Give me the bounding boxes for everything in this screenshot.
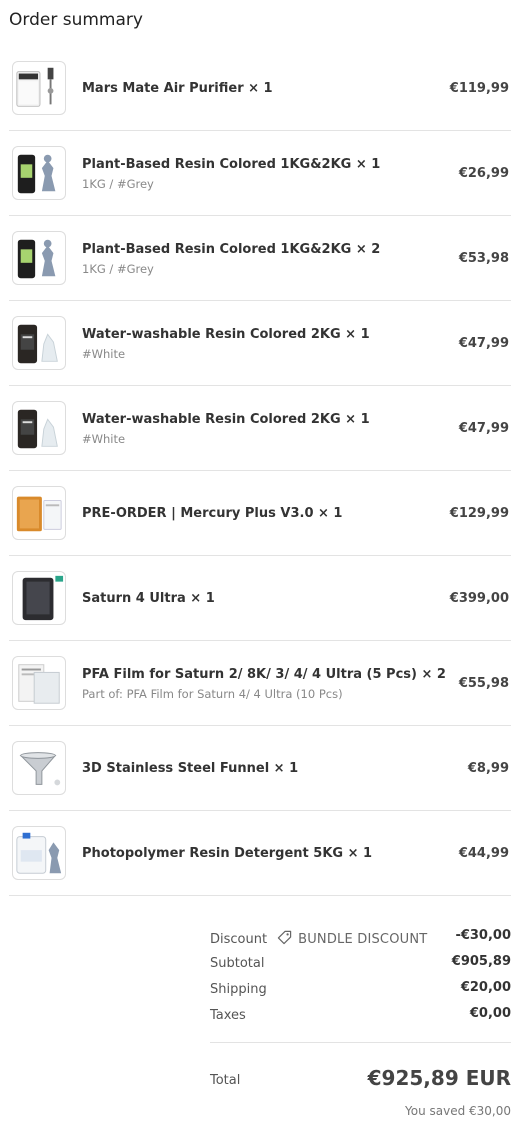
line-item: Mars Mate Air Purifier × 1 €119,99	[9, 46, 511, 131]
resin-bottle-thumbnail	[12, 231, 66, 285]
resin-bottle-thumbnail	[12, 401, 66, 455]
order-summary-page: Order summary Mars Mate Air Purifier × 1…	[0, 0, 524, 1130]
line-item: Plant-Based Resin Colored 1KG&2KG × 2 1K…	[9, 216, 511, 301]
item-variant: #White	[82, 346, 126, 361]
line-item: Water-washable Resin Colored 2KG × 1 #Wh…	[9, 386, 511, 471]
item-name: Water-washable Resin Colored 2KG × 1	[82, 326, 370, 342]
discount-row: Discount BUNDLE DISCOUNT -€30,00	[210, 928, 511, 954]
item-name: Photopolymer Resin Detergent 5KG × 1	[82, 846, 373, 861]
item-name: Plant-Based Resin Colored 1KG&2KG × 1	[82, 156, 381, 172]
detergent-canister-thumbnail	[12, 826, 66, 880]
item-variant: Part of: PFA Film for Saturn 4/ 4 Ultra …	[82, 686, 343, 701]
item-price: €47,99	[458, 421, 509, 436]
line-item: Water-washable Resin Colored 2KG × 1 #Wh…	[9, 301, 511, 386]
savings-text: You saved €30,00	[404, 1104, 511, 1118]
line-items-list: Mars Mate Air Purifier × 1 €119,99 Plant…	[9, 46, 511, 896]
item-name: Saturn 4 Ultra × 1	[82, 591, 215, 606]
funnel-thumbnail	[12, 741, 66, 795]
discount-label: Discount	[210, 932, 268, 947]
item-variant: 1KG / #Grey	[82, 176, 154, 191]
order-summary-title: Order summary	[9, 10, 143, 30]
item-price: €44,99	[458, 846, 509, 861]
subtotal-row: Subtotal €905,89	[210, 954, 511, 980]
discount-code: BUNDLE DISCOUNT	[298, 932, 428, 947]
item-price: €119,99	[449, 81, 509, 96]
line-item: Plant-Based Resin Colored 1KG&2KG × 1 1K…	[9, 131, 511, 216]
item-name: Mars Mate Air Purifier × 1	[82, 81, 273, 96]
total-label: Total	[210, 1073, 241, 1088]
cost-summary: Discount BUNDLE DISCOUNT -€30,00 Subtotal…	[210, 928, 511, 1032]
item-price: €47,99	[458, 336, 509, 351]
item-name: Plant-Based Resin Colored 1KG&2KG × 2	[82, 241, 381, 257]
resin-bottle-thumbnail	[12, 316, 66, 370]
shipping-value: €20,00	[460, 980, 511, 995]
subtotal-label: Subtotal	[210, 956, 265, 971]
summary-divider	[210, 1042, 511, 1043]
item-variant: #White	[82, 431, 126, 446]
item-name: Water-washable Resin Colored 2KG × 1	[82, 411, 370, 427]
total-value: €925,89 EUR	[367, 1066, 511, 1090]
air-purifier-thumbnail	[12, 61, 66, 115]
shipping-row: Shipping €20,00	[210, 980, 511, 1006]
line-item: PRE-ORDER | Mercury Plus V3.0 × 1 €129,9…	[9, 471, 511, 556]
item-price: €8,99	[467, 761, 509, 776]
item-price: €26,99	[458, 166, 509, 181]
tag-icon	[277, 930, 292, 949]
taxes-row: Taxes €0,00	[210, 1006, 511, 1032]
item-price: €55,98	[458, 676, 509, 691]
pfa-film-thumbnail	[12, 656, 66, 710]
item-name: PFA Film for Saturn 2/ 8K/ 3/ 4/ 4 Ultra…	[82, 666, 446, 682]
resin-bottle-thumbnail	[12, 146, 66, 200]
line-item: PFA Film for Saturn 2/ 8K/ 3/ 4/ 4 Ultra…	[9, 641, 511, 726]
item-price: €399,00	[449, 591, 509, 606]
taxes-value: €0,00	[469, 1006, 511, 1021]
discount-value: -€30,00	[455, 928, 511, 943]
wash-cure-machine-thumbnail	[12, 486, 66, 540]
item-price: €53,98	[458, 251, 509, 266]
3d-printer-thumbnail	[12, 571, 66, 625]
subtotal-value: €905,89	[451, 954, 511, 969]
line-item: 3D Stainless Steel Funnel × 1 €8,99	[9, 726, 511, 811]
item-name: PRE-ORDER | Mercury Plus V3.0 × 1	[82, 506, 343, 521]
item-price: €129,99	[449, 506, 509, 521]
shipping-label: Shipping	[210, 982, 267, 997]
line-item: Saturn 4 Ultra × 1 €399,00	[9, 556, 511, 641]
item-name: 3D Stainless Steel Funnel × 1	[82, 761, 299, 776]
item-variant: 1KG / #Grey	[82, 261, 154, 276]
taxes-label: Taxes	[210, 1008, 246, 1023]
line-item: Photopolymer Resin Detergent 5KG × 1 €44…	[9, 811, 511, 896]
